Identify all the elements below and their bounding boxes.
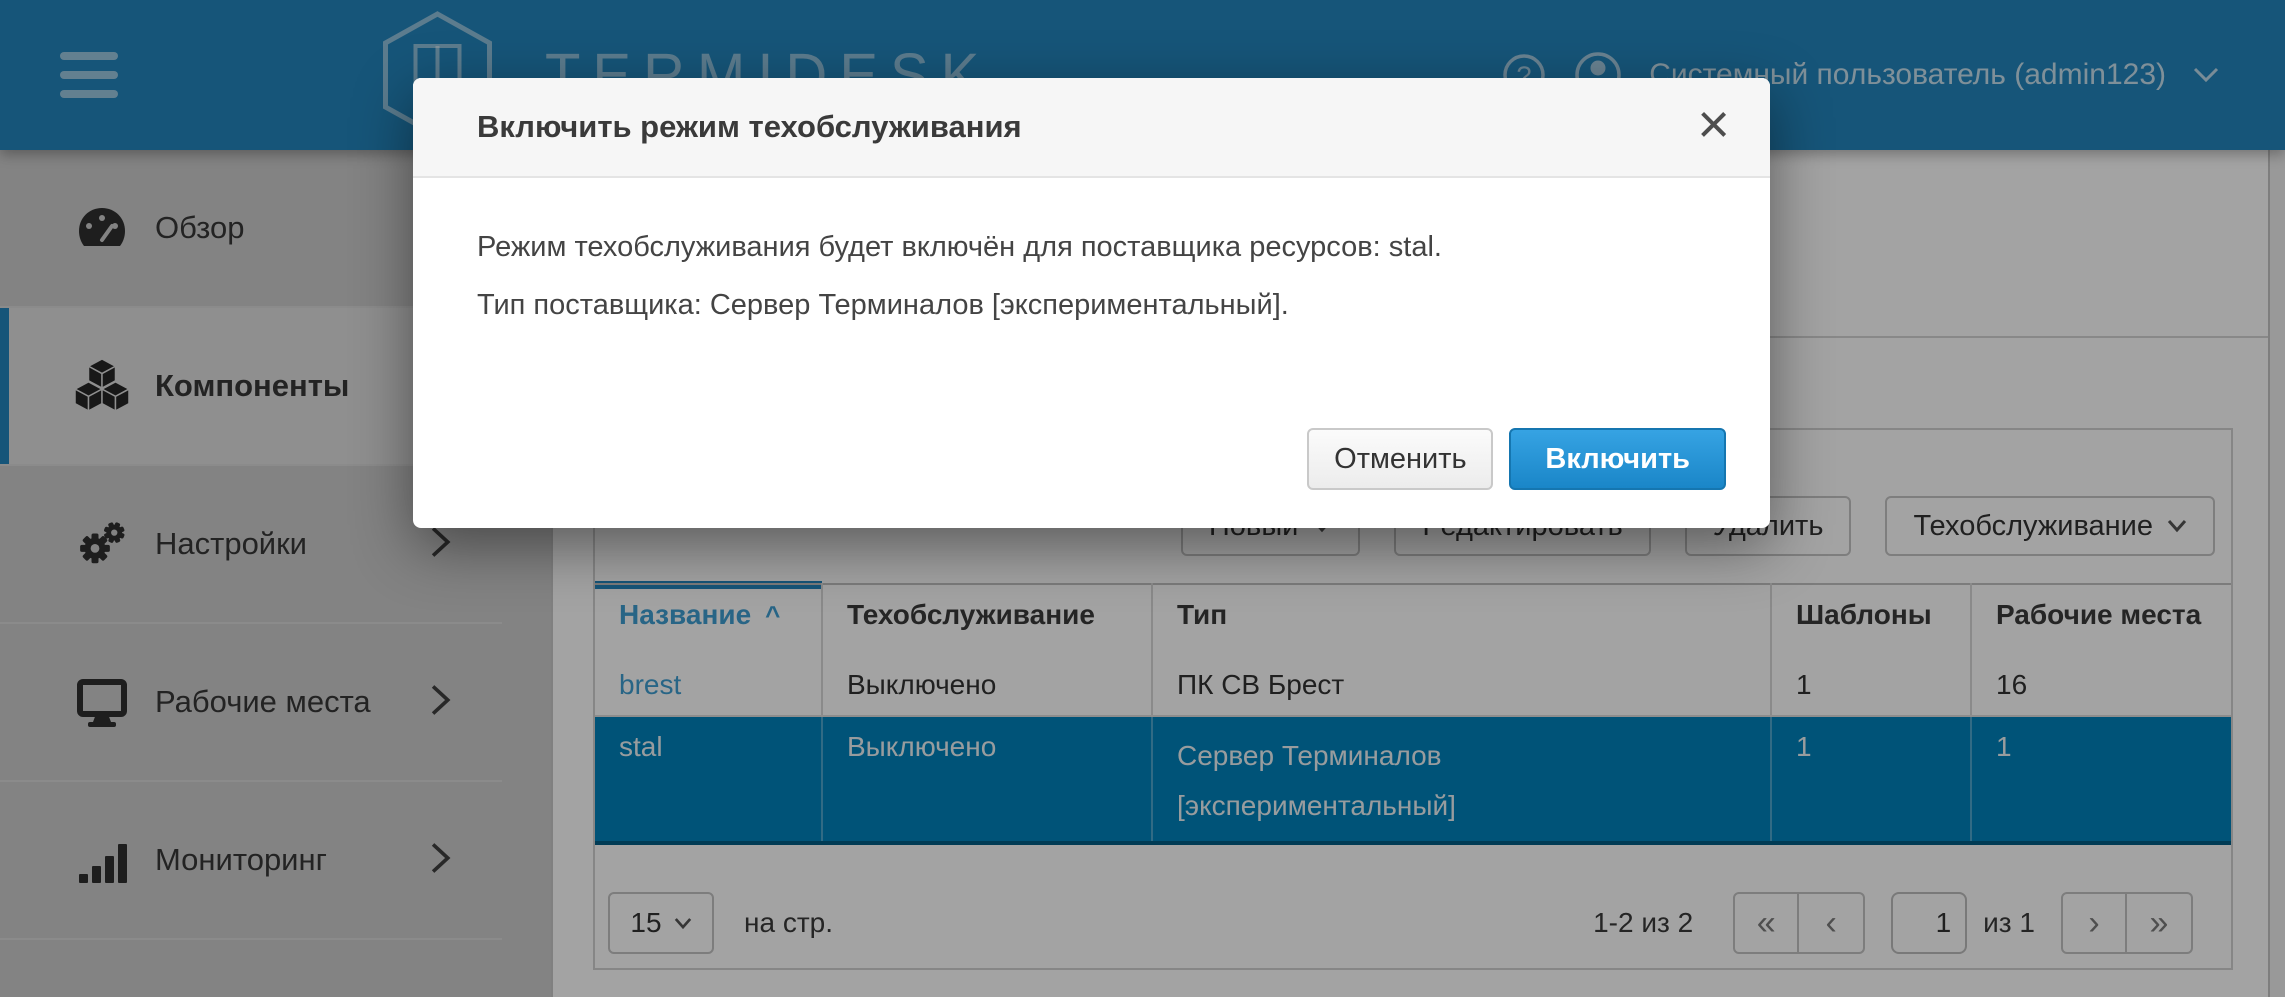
close-icon[interactable]: × <box>1697 92 1730 156</box>
modal-header: Включить режим техобслуживания × <box>413 78 1770 178</box>
cancel-button[interactable]: Отменить <box>1307 428 1493 490</box>
maintenance-modal: Включить режим техобслуживания × Режим т… <box>413 78 1770 528</box>
modal-text-line1: Режим техобслуживания будет включён для … <box>477 218 1706 276</box>
modal-body: Режим техобслуживания будет включён для … <box>413 178 1770 334</box>
confirm-enable-button[interactable]: Включить <box>1509 428 1726 490</box>
termidesk-admin-screen: TERMIDESK ? Системный пользователь (admi… <box>0 0 2285 997</box>
modal-footer: Отменить Включить <box>1307 428 1726 490</box>
modal-title: Включить режим техобслуживания <box>477 109 1022 145</box>
modal-text-line2: Тип поставщика: Сервер Терминалов [экспе… <box>477 276 1706 334</box>
